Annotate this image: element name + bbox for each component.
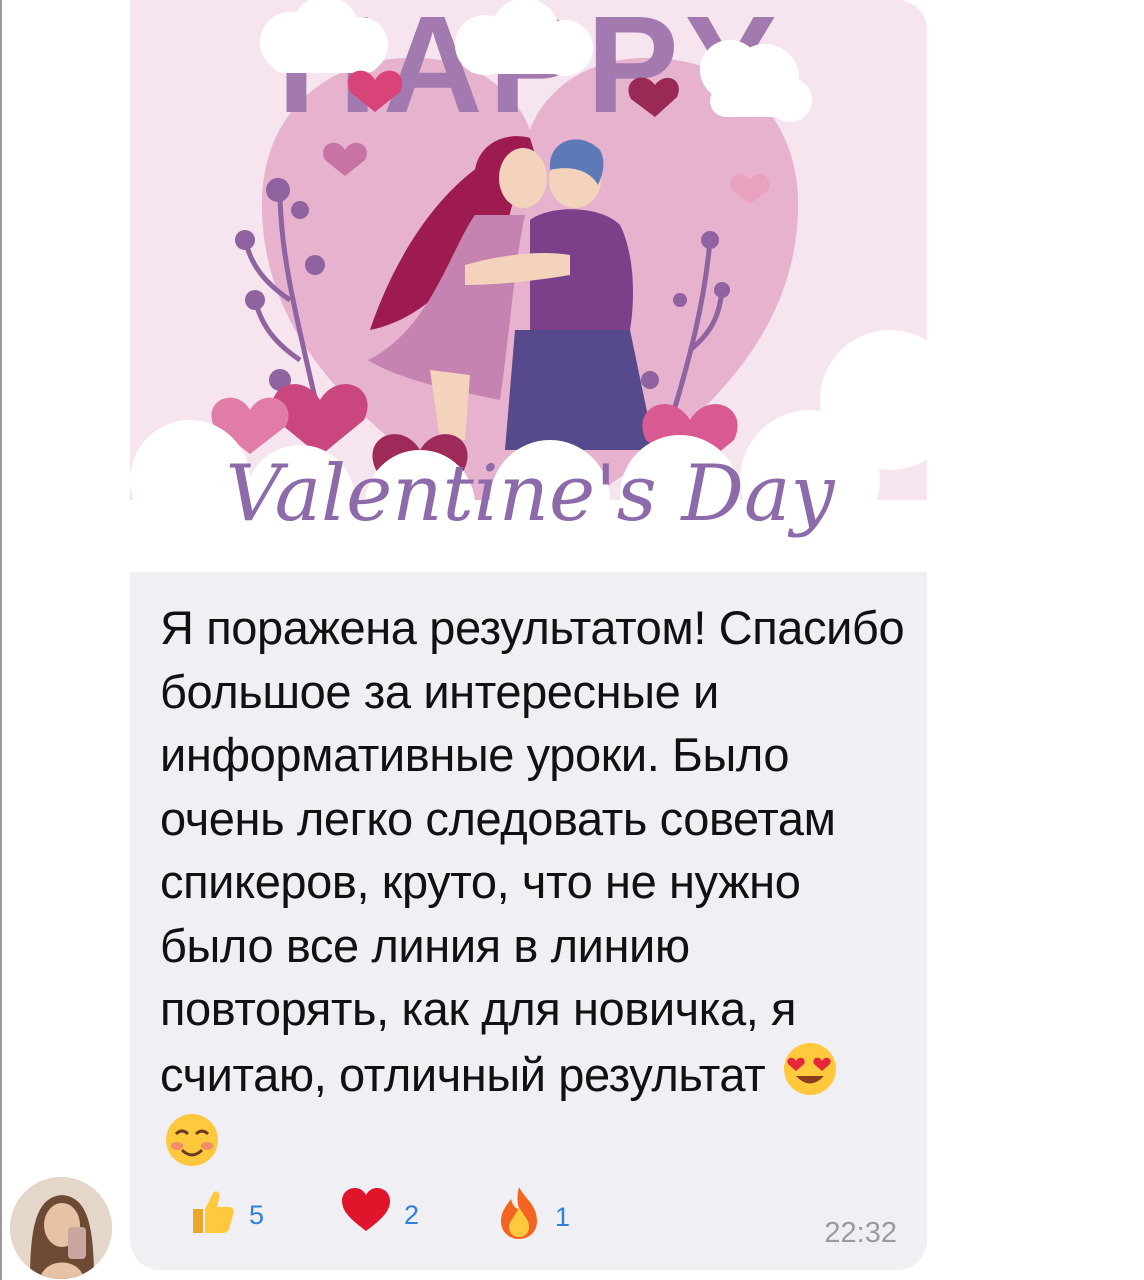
smiling-blush-emoji <box>164 1112 220 1184</box>
fire-icon <box>495 1185 543 1246</box>
reaction-heart[interactable]: 2 <box>340 1185 419 1242</box>
message-bubble[interactable]: HAPPY <box>130 0 927 1270</box>
reaction-count: 1 <box>555 1202 571 1232</box>
message-time: 22:32 <box>824 1217 897 1249</box>
message-text: Я поражена результатом! Спасибо большое … <box>160 596 910 1184</box>
avatar[interactable] <box>10 1177 112 1279</box>
message-body: Я поражена результатом! Спасибо большое … <box>160 601 905 1101</box>
thumbs-up-icon <box>185 1185 237 1242</box>
heart-eyes-emoji <box>782 1041 838 1113</box>
reaction-fire[interactable]: 1 <box>495 1185 570 1246</box>
card-script-text: Valentine's Day <box>225 449 835 539</box>
heart-icon <box>340 1185 392 1242</box>
reaction-count: 5 <box>249 1200 265 1230</box>
reaction-count: 2 <box>404 1200 420 1230</box>
valentine-card-image[interactable]: HAPPY <box>130 0 927 572</box>
reaction-thumbs-up[interactable]: 5 <box>185 1185 264 1242</box>
